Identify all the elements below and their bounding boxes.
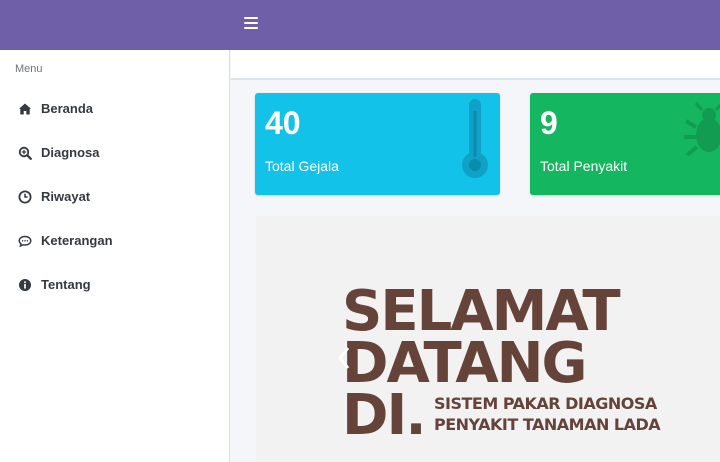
banner-subtitle-line1: SISTEM PAKAR DIAGNOSA xyxy=(434,394,657,413)
sidebar: Menu Beranda Diagnosa Riwayat Keterangan xyxy=(0,50,230,462)
stat-card-label: Total Penyakit xyxy=(540,158,628,174)
banner-title-line3: DI. xyxy=(342,383,427,448)
sidebar-item-keterangan[interactable]: Keterangan xyxy=(0,221,229,261)
sidebar-item-label: Beranda xyxy=(41,101,94,116)
sidebar-item-diagnosa[interactable]: Diagnosa xyxy=(0,133,229,173)
comment-icon xyxy=(18,235,32,248)
bug-icon xyxy=(684,102,720,157)
clock-icon xyxy=(18,190,32,204)
content-header xyxy=(231,50,720,80)
sidebar-item-label: Diagnosa xyxy=(41,145,100,160)
stat-card-value: 9 xyxy=(540,105,558,141)
carousel-prev-chevron-icon[interactable] xyxy=(336,344,352,372)
sidebar-item-label: Riwayat xyxy=(41,189,91,204)
sidebar-item-label: Keterangan xyxy=(41,233,113,248)
stat-card-total-penyakit: 9 Total Penyakit xyxy=(530,93,720,195)
sidebar-item-tentang[interactable]: Tentang xyxy=(0,265,229,305)
stat-card-total-gejala: 40 Total Gejala xyxy=(255,93,500,195)
search-plus-icon xyxy=(18,146,32,160)
sidebar-item-label: Tentang xyxy=(41,277,91,292)
top-navbar xyxy=(0,0,720,50)
stat-card-label: Total Gejala xyxy=(265,158,339,174)
info-circle-icon xyxy=(19,279,31,291)
thermometer-icon xyxy=(462,99,488,178)
stat-card-value: 40 xyxy=(265,105,301,141)
sidebar-item-riwayat[interactable]: Riwayat xyxy=(0,177,229,217)
hamburger-menu-icon[interactable] xyxy=(244,17,258,31)
sidebar-menu-header: Menu xyxy=(15,63,43,75)
banner-subtitle-line2: PENYAKIT TANAMAN LADA xyxy=(434,415,661,434)
welcome-carousel: SELAMAT DATANG DI. SISTEM PAKAR DIAGNOSA… xyxy=(256,216,720,462)
home-icon xyxy=(19,103,31,115)
sidebar-item-beranda[interactable]: Beranda xyxy=(0,89,229,129)
